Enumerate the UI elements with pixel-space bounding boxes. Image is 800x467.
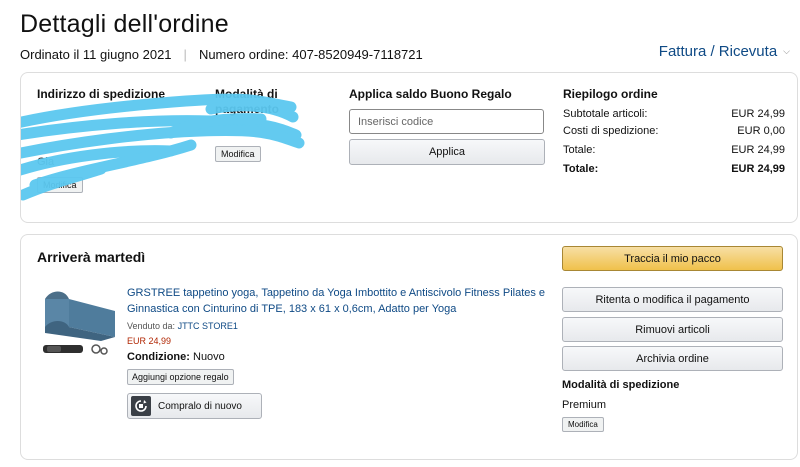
payment-title-line1: Modalità di [215, 87, 278, 101]
buy-again-button[interactable]: Compralo di nuovo [127, 393, 262, 419]
arrival-title: Arriverà martedì [37, 249, 146, 265]
order-info-card: Indirizzo di spedizione Gia Modifica Mod… [20, 72, 798, 223]
seller-link[interactable]: JTTC STORE1 [178, 321, 238, 331]
item-price: EUR 24,99 [127, 336, 172, 346]
track-package-button[interactable]: Traccia il mio pacco [562, 246, 783, 271]
summary-label: Costi di spedizione: [563, 125, 659, 137]
payment-title-line2: pagamento [215, 102, 280, 116]
shipping-address-title: Indirizzo di spedizione [37, 87, 166, 101]
shipment-card: Arriverà martedì GRSTREE tappetino yoga,… [20, 234, 798, 460]
chevron-down-icon: ⌵ [783, 46, 790, 56]
summary-label: Totale: [563, 163, 599, 175]
summary-row: Subtotale articoli: EUR 24,99 [563, 106, 785, 123]
order-date: Ordinato il 11 giugno 2021 [20, 47, 172, 62]
summary-value: EUR 24,99 [731, 108, 785, 120]
shipping-method-title: Modalità di spedizione [562, 379, 680, 391]
payment-title: Modalità di pagamento [215, 87, 279, 117]
invoice-label: Fattura / Ricevuta [658, 43, 778, 60]
summary-label: Subtotale articoli: [563, 108, 648, 120]
reorder-icon [131, 396, 151, 416]
add-gift-option-button[interactable]: Aggiungi opzione regalo [127, 369, 234, 385]
summary-row: Totale: EUR 24,99 [563, 142, 785, 159]
archive-order-button[interactable]: Archivia ordine [562, 346, 783, 371]
buy-again-label: Compralo di nuovo [158, 400, 242, 412]
condition-label: Condizione: [127, 351, 190, 363]
order-number: Numero ordine: 407-8520949-7118721 [198, 47, 423, 62]
summary-row: Costi di spedizione: EUR 0,00 [563, 123, 785, 140]
summary-label: Totale: [563, 144, 596, 156]
summary-total-row: Totale: EUR 24,99 [563, 161, 785, 178]
sold-by-label: Venduto da: [127, 321, 176, 331]
summary-value: EUR 24,99 [731, 163, 785, 175]
summary-value: EUR 0,00 [737, 125, 785, 137]
change-payment-button[interactable]: Ritenta o modifica il pagamento [562, 287, 783, 312]
order-meta: Ordinato il 11 giugno 2021 | Numero ordi… [20, 47, 423, 62]
summary-value: EUR 24,99 [731, 144, 785, 156]
summary-title: Riepilogo ordine [563, 87, 658, 101]
condition-value: Nuovo [193, 351, 225, 363]
product-title-link[interactable]: GRSTREE tappetino yoga, Tappetino da Yog… [127, 285, 547, 317]
shipping-method-value: Premium [562, 399, 607, 411]
modify-shipping-method-button[interactable]: Modifica [562, 417, 604, 432]
gift-code-input[interactable] [349, 109, 544, 134]
meta-separator: | [183, 47, 187, 62]
item-condition: Condizione: Nuovo [127, 351, 225, 363]
remove-items-button[interactable]: Rimuovi articoli [562, 317, 783, 342]
order-summary: Riepilogo ordine Subtotale articoli: EUR… [563, 87, 785, 178]
sold-by: Venduto da: JTTC STORE1 [127, 321, 238, 331]
apply-gift-button[interactable]: Applica [349, 139, 545, 165]
product-image[interactable] [39, 285, 119, 360]
modify-payment-button[interactable]: Modifica [215, 146, 261, 162]
page-title: Dettagli dell'ordine [20, 10, 229, 38]
shipping-address-line: Gia [37, 156, 55, 168]
modify-address-button[interactable]: Modifica [37, 177, 83, 193]
gift-card-title: Applica saldo Buono Regalo [349, 87, 512, 101]
invoice-dropdown[interactable]: Fattura / Ricevuta ⌵ [659, 43, 790, 60]
